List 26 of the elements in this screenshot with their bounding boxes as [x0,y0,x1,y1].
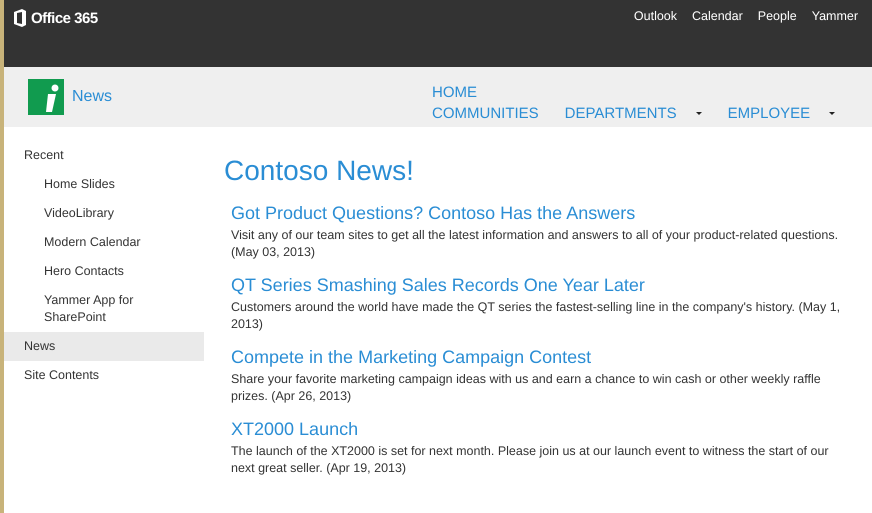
article-summary: The launch of the XT2000 is set for next month. Please join us at our launch event to witness the start of our next great seller. (Apr 19, 2013) [231,443,830,477]
sidebar-item[interactable]: News [4,332,204,361]
page-title: Contoso News! [224,155,415,187]
article-link[interactable]: XT2000 Launch [231,419,872,440]
sidebar-item[interactable]: Recent [4,141,204,170]
suite-link[interactable]: Yammer [812,9,858,23]
article-summary: Share your favorite marketing campaign ideas with us and earn a chance to win cash or other weekly raffle prizes. (Apr 26, 2013) [231,371,822,405]
brand-name[interactable]: Office 365 [31,10,98,26]
info-logo-icon [28,79,64,115]
sidebar-item[interactable]: Modern Calendar [4,228,204,257]
suite-link[interactable]: People [758,9,797,23]
article-link[interactable]: QT Series Smashing Sales Records One Year Later [231,275,872,296]
suite-link[interactable]: Calendar [692,9,743,23]
sidebar-item[interactable]: Yammer App for SharePoint [4,286,204,332]
caret-icon [696,112,702,115]
sidebar-item[interactable]: VideoLibrary [4,199,204,228]
sidebar-item[interactable]: Hero Contacts [4,257,204,286]
article-summary: Visit any of our team sites to get all the latest information and answers to all of your product-related questions. (May 03, 2013) [231,227,840,261]
article-link[interactable]: Compete in the Marketing Campaign Contest [231,347,872,368]
sidebar-item[interactable]: Home Slides [4,170,204,199]
suite-link[interactable]: Outlook [634,9,678,23]
office-logo-icon [13,9,27,27]
caret-icon [829,112,836,115]
sidebar-item[interactable]: Site Contents [4,361,204,390]
article-summary: Customers around the world have made the QT series the fastest-selling line in the company's history. (May 1, 2013) [231,299,842,333]
article-link[interactable]: Got Product Questions? Contoso Has the Answers [231,203,872,224]
